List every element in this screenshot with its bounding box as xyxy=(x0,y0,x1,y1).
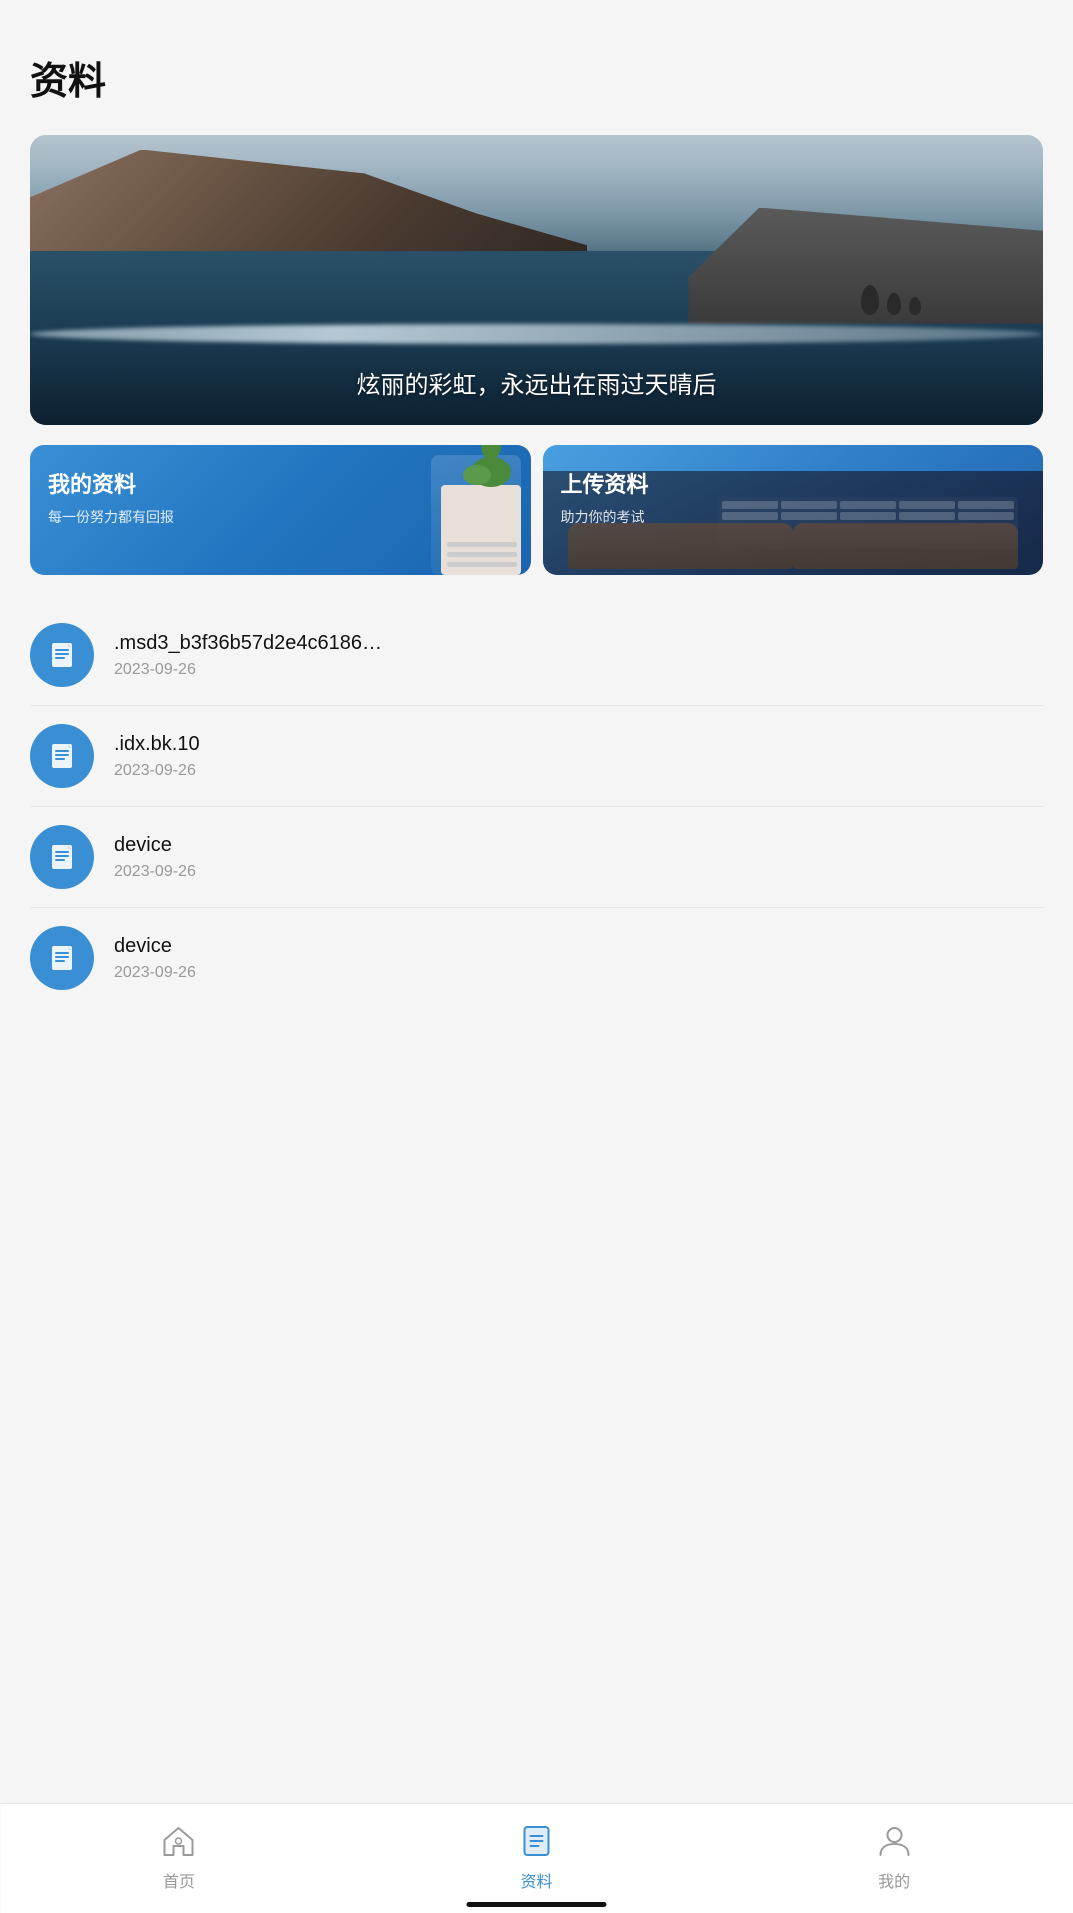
banner-wave xyxy=(30,324,1043,344)
file-info-2: .idx.bk.10 2023-09-26 xyxy=(114,733,1043,780)
file-name-3: device xyxy=(114,834,1043,857)
profile-icon xyxy=(873,1820,915,1862)
page-container: 资料 炫丽的彩虹，永远出在雨过天晴后 xyxy=(0,0,1073,1913)
banner-rock-2 xyxy=(887,293,901,315)
file-icon-wrap-4 xyxy=(30,926,94,990)
page-title: 资料 xyxy=(30,50,1043,105)
bottom-nav: 首页 资料 我的 xyxy=(0,1803,1073,1913)
file-date-4: 2023-09-26 xyxy=(114,964,1043,982)
file-item-2[interactable]: .idx.bk.10 2023-09-26 xyxy=(30,706,1043,807)
file-icon-wrap-1 xyxy=(30,623,94,687)
file-icon-wrap-3 xyxy=(30,825,94,889)
document-icon-3 xyxy=(46,841,78,873)
file-info-4: device 2023-09-26 xyxy=(114,935,1043,982)
file-info-3: device 2023-09-26 xyxy=(114,834,1043,881)
banner-rocks xyxy=(861,285,921,315)
file-name-1: .msd3_b3f36b57d2e4c6186… xyxy=(114,632,1043,655)
bottom-indicator xyxy=(467,1902,607,1907)
banner-rock-1 xyxy=(861,285,879,315)
document-icon-2 xyxy=(46,740,78,772)
file-list: .msd3_b3f36b57d2e4c6186… 2023-09-26 .idx… xyxy=(0,605,1073,1783)
file-date-1: 2023-09-26 xyxy=(114,661,1043,679)
banner-text: 炫丽的彩虹，永远出在雨过天晴后 xyxy=(30,365,1043,400)
file-name-2: .idx.bk.10 xyxy=(114,733,1043,756)
upload-materials-content: 上传资料 助力你的考试 xyxy=(543,445,667,549)
nav-item-profile[interactable]: 我的 xyxy=(715,1810,1073,1892)
my-materials-card[interactable]: 我的资料 每一份努力都有回报 xyxy=(30,445,531,575)
file-item-4[interactable]: device 2023-09-26 xyxy=(30,908,1043,1008)
my-materials-title: 我的资料 xyxy=(48,467,174,499)
nav-label-profile: 我的 xyxy=(878,1868,910,1892)
nav-label-materials: 资料 xyxy=(521,1868,553,1892)
banner-section: 炫丽的彩虹，永远出在雨过天晴后 xyxy=(0,125,1073,445)
nav-item-materials[interactable]: 资料 xyxy=(358,1810,716,1892)
nav-label-home: 首页 xyxy=(163,1868,195,1892)
file-date-3: 2023-09-26 xyxy=(114,863,1043,881)
header: 资料 xyxy=(0,0,1073,125)
materials-icon xyxy=(516,1820,558,1862)
file-info-1: .msd3_b3f36b57d2e4c6186… 2023-09-26 xyxy=(114,632,1043,679)
card-decoration-notebook xyxy=(431,455,521,575)
file-name-4: device xyxy=(114,935,1043,958)
my-materials-subtitle: 每一份努力都有回报 xyxy=(48,507,174,527)
quick-actions: 我的资料 每一份努力都有回报 xyxy=(0,445,1073,605)
home-icon xyxy=(158,1820,200,1862)
file-item-1[interactable]: .msd3_b3f36b57d2e4c6186… 2023-09-26 xyxy=(30,605,1043,706)
nav-item-home[interactable]: 首页 xyxy=(0,1810,358,1892)
upload-materials-title: 上传资料 xyxy=(561,467,649,499)
file-icon-wrap-2 xyxy=(30,724,94,788)
upload-materials-subtitle: 助力你的考试 xyxy=(561,507,649,527)
file-date-2: 2023-09-26 xyxy=(114,762,1043,780)
my-materials-content: 我的资料 每一份努力都有回报 xyxy=(30,445,192,549)
file-item-3[interactable]: device 2023-09-26 xyxy=(30,807,1043,908)
banner-rock-3 xyxy=(909,297,921,315)
upload-materials-card[interactable]: 上传资料 助力你的考试 xyxy=(543,445,1044,575)
document-icon-4 xyxy=(46,942,78,974)
document-icon-1 xyxy=(46,639,78,671)
banner-image[interactable]: 炫丽的彩虹，永远出在雨过天晴后 xyxy=(30,135,1043,425)
